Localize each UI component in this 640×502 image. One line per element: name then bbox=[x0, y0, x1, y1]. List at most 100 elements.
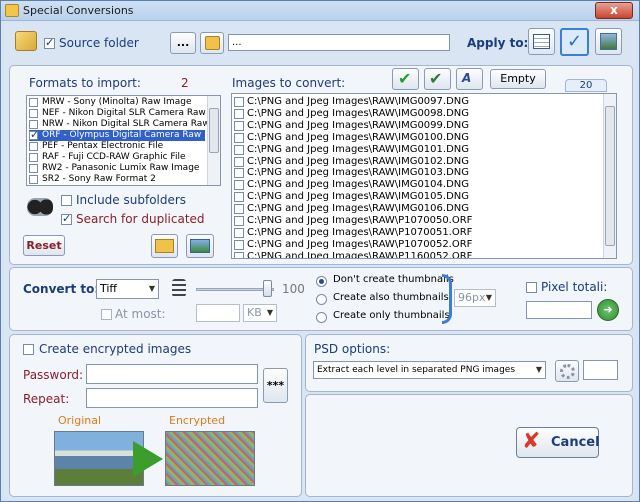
include-subfolders-checkbox[interactable] bbox=[61, 195, 72, 206]
image-list-item[interactable]: C:\PNG and Jpeg Images\RAW\IMG0101.DNG bbox=[234, 144, 594, 156]
check-icon: ✔ bbox=[398, 69, 412, 88]
format-checkbox[interactable] bbox=[29, 142, 38, 151]
quality-value: 100 bbox=[282, 282, 305, 296]
image-checkbox[interactable] bbox=[234, 120, 244, 131]
psd-option-select[interactable]: Extract each level in separated PNG imag… bbox=[313, 361, 546, 379]
client-area: Source folder ... ... Apply to: ✓ Format… bbox=[5, 23, 635, 499]
create-encrypted-checkbox[interactable] bbox=[23, 344, 34, 355]
encrypted-label: Encrypted bbox=[169, 414, 226, 427]
image-list-item[interactable]: C:\PNG and Jpeg Images\RAW\IMG0097.DNG bbox=[234, 96, 594, 108]
source-folder-checkbox[interactable] bbox=[44, 36, 55, 49]
image-list-item[interactable]: C:\PNG and Jpeg Images\RAW\P1070050.ORF bbox=[234, 215, 594, 227]
check-all-button[interactable]: ✔ bbox=[392, 68, 419, 90]
images-list[interactable]: C:\PNG and Jpeg Images\RAW\IMG0097.DNG C:… bbox=[231, 93, 617, 259]
images-scroll-thumb[interactable] bbox=[605, 106, 615, 246]
format-checkbox[interactable] bbox=[29, 175, 38, 184]
image-checkbox[interactable] bbox=[234, 180, 244, 191]
formats-list[interactable]: MRW - Sony (Minolta) Raw Image NEF - Niko… bbox=[26, 95, 221, 186]
source-path-input[interactable]: ... bbox=[228, 34, 450, 51]
password-input[interactable] bbox=[86, 364, 258, 384]
image-path: C:\PNG and Jpeg Images\RAW\P1070050.ORF bbox=[247, 215, 473, 226]
formats-scrollbar[interactable] bbox=[207, 96, 220, 185]
image-list-item[interactable]: C:\PNG and Jpeg Images\RAW\P1160052.ORF bbox=[234, 250, 594, 259]
image-checkbox[interactable] bbox=[234, 156, 244, 167]
format-list-item[interactable]: NRW - Nikon Digital SLR Camera Raw bbox=[29, 119, 210, 130]
image-path: C:\PNG and Jpeg Images\RAW\P1070052.ORF bbox=[247, 238, 473, 250]
reset-button[interactable]: Reset bbox=[23, 235, 65, 256]
unit-select[interactable]: KB ▼ bbox=[243, 304, 277, 322]
sort-button[interactable]: A bbox=[456, 68, 483, 90]
image-list-item[interactable]: C:\PNG and Jpeg Images\RAW\IMG0099.DNG bbox=[234, 120, 594, 132]
psd-color-box[interactable] bbox=[583, 360, 618, 380]
image-list-item[interactable]: C:\PNG and Jpeg Images\RAW\P1070052.ORF bbox=[234, 239, 594, 251]
encrypted-image bbox=[165, 431, 255, 486]
image-checkbox[interactable] bbox=[234, 239, 244, 250]
image-checkbox[interactable] bbox=[234, 97, 244, 107]
image-checkbox[interactable] bbox=[234, 251, 244, 258]
image-checkbox[interactable] bbox=[234, 227, 244, 238]
format-checkbox[interactable] bbox=[29, 164, 38, 173]
cancel-button[interactable]: ✘ Cancel bbox=[516, 427, 600, 458]
thumb-option-radio[interactable] bbox=[316, 276, 327, 287]
format-checkbox[interactable] bbox=[29, 98, 38, 107]
add-folder-button[interactable] bbox=[151, 234, 178, 258]
format-checkbox[interactable] bbox=[29, 109, 38, 118]
image-checkbox[interactable] bbox=[234, 132, 244, 143]
image-checkbox[interactable] bbox=[234, 192, 244, 203]
format-list-item[interactable]: ORF - Olympus Digital Camera Raw bbox=[29, 129, 205, 141]
image-list-item[interactable]: C:\PNG and Jpeg Images\RAW\IMG0100.DNG bbox=[234, 132, 594, 144]
close-button[interactable]: x bbox=[595, 2, 633, 19]
apply-list-button[interactable] bbox=[528, 28, 555, 55]
images-scrollbar[interactable] bbox=[603, 94, 616, 258]
browse-button[interactable]: ... bbox=[170, 32, 196, 54]
empty-button[interactable]: Empty bbox=[490, 69, 546, 89]
format-list-item[interactable]: RAF - Fuji CCD-RAW Graphic File bbox=[29, 152, 205, 163]
format-list-item[interactable]: SRF - Sony Raw Format bbox=[29, 185, 205, 186]
image-checkbox[interactable] bbox=[234, 144, 244, 155]
formats-scroll-thumb[interactable] bbox=[209, 108, 219, 153]
apply-all-button[interactable] bbox=[595, 28, 622, 55]
format-list-item[interactable]: MRW - Sony (Minolta) Raw Image bbox=[29, 97, 205, 108]
format-select[interactable]: Tiff ▼ bbox=[96, 279, 159, 299]
show-password-button[interactable]: *** bbox=[263, 368, 288, 403]
format-list-item[interactable]: SR2 - Sony Raw Format 2 bbox=[29, 174, 205, 185]
favorite-folder-button[interactable] bbox=[200, 32, 224, 54]
format-list-item[interactable]: NEF - Nikon Digital SLR Camera Raw bbox=[29, 108, 206, 119]
image-checkbox[interactable] bbox=[234, 168, 244, 179]
format-select-value: Tiff bbox=[100, 282, 118, 295]
image-path: C:\PNG and Jpeg Images\RAW\P1160052.ORF bbox=[247, 250, 473, 259]
format-label: ORF - Olympus Digital Camera Raw bbox=[42, 130, 202, 140]
quality-slider-thumb[interactable] bbox=[263, 280, 272, 297]
format-label: MRW - Sony (Minolta) Raw Image bbox=[42, 97, 192, 107]
thumb-option-radio[interactable] bbox=[316, 294, 327, 305]
image-checkbox[interactable] bbox=[234, 108, 244, 119]
image-list-item[interactable]: C:\PNG and Jpeg Images\RAW\IMG0106.DNG bbox=[234, 203, 594, 215]
at-most-checkbox[interactable] bbox=[101, 309, 112, 320]
image-checkbox[interactable] bbox=[234, 216, 244, 226]
apply-selected-button[interactable]: ✓ bbox=[560, 28, 589, 56]
psd-settings-button[interactable] bbox=[555, 360, 579, 382]
format-list-item[interactable]: RW2 - Panasonic Lumix Raw Image bbox=[29, 163, 205, 174]
image-checkbox[interactable] bbox=[234, 204, 244, 215]
at-most-input[interactable] bbox=[196, 304, 240, 322]
pixel-totali-checkbox[interactable] bbox=[526, 282, 537, 293]
format-checkbox[interactable] bbox=[29, 129, 39, 140]
search-duplicated-checkbox[interactable] bbox=[61, 212, 72, 225]
repeat-input[interactable] bbox=[86, 388, 258, 408]
add-images-button[interactable] bbox=[186, 234, 214, 258]
format-checkbox[interactable] bbox=[29, 153, 38, 162]
image-list-item[interactable]: C:\PNG and Jpeg Images\RAW\IMG0104.DNG bbox=[234, 179, 594, 191]
image-list-item[interactable]: C:\PNG and Jpeg Images\RAW\IMG0102.DNG bbox=[234, 156, 594, 168]
binoculars-icon bbox=[27, 198, 53, 216]
check-selected-button[interactable]: ✔ bbox=[424, 68, 451, 90]
image-list-item[interactable]: C:\PNG and Jpeg Images\RAW\IMG0105.DNG bbox=[234, 191, 594, 203]
image-list-item[interactable]: C:\PNG and Jpeg Images\RAW\IMG0098.DNG bbox=[234, 108, 594, 120]
format-list-item[interactable]: PEF - Pentax Electronic File bbox=[29, 141, 205, 152]
thumb-option-radio[interactable] bbox=[316, 312, 327, 323]
pixel-totali-go-button[interactable]: ➜ bbox=[597, 299, 619, 321]
thumb-size-select[interactable]: 96px ▼ bbox=[454, 289, 496, 307]
close-icon: ✘ bbox=[522, 429, 541, 454]
image-list-item[interactable]: C:\PNG and Jpeg Images\RAW\IMG0103.DNG bbox=[234, 167, 594, 179]
pixel-totali-input[interactable] bbox=[526, 301, 592, 319]
image-list-item[interactable]: C:\PNG and Jpeg Images\RAW\P1070051.ORF bbox=[234, 227, 594, 239]
